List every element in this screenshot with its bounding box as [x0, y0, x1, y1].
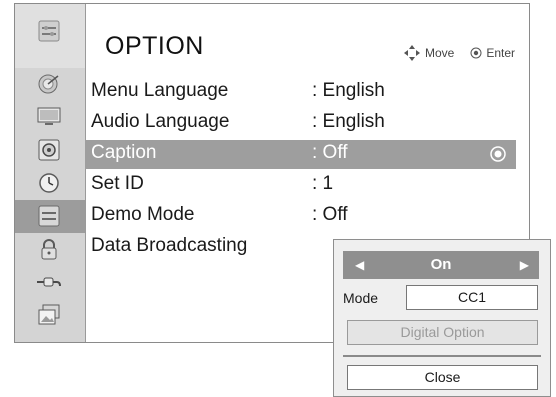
- sidebar-item-usb[interactable]: [15, 299, 85, 332]
- satellite-dish-icon: [38, 74, 59, 94]
- navigation-hints: Move Enter: [403, 44, 515, 62]
- menu-item-value: : Off: [312, 142, 348, 163]
- mode-label: Mode: [343, 290, 379, 306]
- move-hint-label: Move: [424, 46, 455, 60]
- sidebar-item-input[interactable]: [15, 266, 85, 299]
- menu-item-value: : 1: [312, 173, 334, 194]
- clock-icon: [39, 173, 59, 193]
- menu-item-set-id[interactable]: Set ID : 1: [85, 171, 516, 200]
- monitor-icon: [37, 107, 61, 125]
- menu-item-label: Data Broadcasting: [91, 235, 248, 256]
- caption-popup: ◀ On ▶ Mode CC1 Digital Option Close: [333, 239, 551, 397]
- menu-item-value: : English: [312, 80, 385, 101]
- caption-selector-value: On: [430, 256, 452, 273]
- mode-select[interactable]: CC1: [406, 285, 538, 310]
- enter-button-icon: [490, 146, 506, 162]
- sidebar-item-time[interactable]: [15, 167, 85, 200]
- input-plug-icon: [37, 277, 61, 287]
- photo-album-icon: [38, 304, 60, 325]
- sidebar-item-option[interactable]: [15, 200, 85, 233]
- menu-item-demo-mode[interactable]: Demo Mode : Off: [85, 202, 516, 231]
- menu-item-menu-language[interactable]: Menu Language : English: [85, 78, 516, 107]
- menu-item-caption[interactable]: Caption : Off: [85, 140, 516, 169]
- menu-item-label: Set ID: [91, 173, 144, 194]
- menu-item-label: Audio Language: [91, 111, 230, 132]
- category-sidebar: [15, 4, 86, 342]
- caption-on-off-selector[interactable]: ◀ On ▶: [343, 251, 539, 279]
- sidebar-header: [15, 4, 85, 68]
- option-header-icon: [38, 20, 60, 42]
- sidebar-item-picture[interactable]: [15, 101, 85, 134]
- sidebar-item-setup[interactable]: [15, 68, 85, 101]
- enter-button-icon: [470, 47, 482, 59]
- popup-divider: [343, 355, 541, 357]
- menu-item-value: : Off: [312, 204, 348, 225]
- menu-item-value: : English: [312, 111, 385, 132]
- menu-item-audio-language[interactable]: Audio Language : English: [85, 109, 516, 138]
- right-arrow-icon[interactable]: ▶: [520, 258, 529, 272]
- close-button[interactable]: Close: [347, 365, 538, 390]
- option-icon: [38, 205, 60, 227]
- page-title: OPTION: [105, 32, 204, 60]
- menu-item-label: Demo Mode: [91, 204, 195, 225]
- enter-hint-label: Enter: [486, 46, 515, 60]
- move-arrows-icon: [403, 45, 420, 61]
- lock-icon: [41, 239, 57, 260]
- digital-option-button[interactable]: Digital Option: [347, 320, 538, 345]
- speaker-icon: [38, 139, 60, 161]
- sidebar-item-lock[interactable]: [15, 233, 85, 266]
- sidebar-item-audio[interactable]: [15, 134, 85, 167]
- menu-item-label: Caption: [91, 142, 157, 163]
- menu-item-label: Menu Language: [91, 80, 229, 101]
